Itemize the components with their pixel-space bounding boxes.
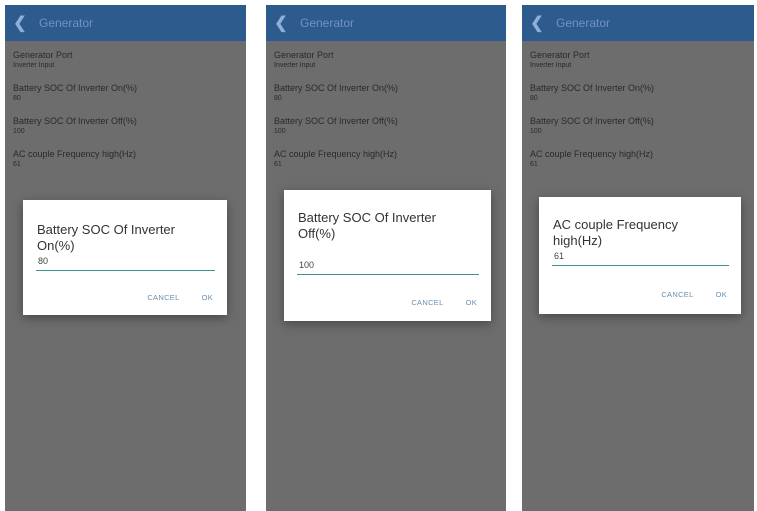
setting-value: 80 (274, 95, 282, 102)
setting-ac-couple-frequency-high[interactable]: AC couple Frequency high(Hz) 61 (530, 148, 746, 170)
dialog-input[interactable] (297, 256, 479, 275)
ok-button[interactable]: OK (202, 293, 213, 302)
setting-ac-couple-frequency-high[interactable]: AC couple Frequency high(Hz) 61 (274, 148, 498, 170)
setting-generator-port[interactable]: Generator Port Inverter Input (274, 49, 498, 71)
setting-value: Inverter Input (530, 62, 572, 69)
dialog-actions: CANCEL OK (411, 298, 477, 307)
dialog-input[interactable] (36, 252, 215, 271)
settings-list: Generator Port Inverter Input Battery SO… (274, 49, 498, 181)
app-bar: ❮ Generator (5, 5, 246, 41)
chevron-left-icon: ❮ (274, 15, 288, 32)
dialog-title: Battery SOC Of Inverter On(%) (37, 222, 175, 253)
setting-value: 80 (13, 95, 21, 102)
setting-value: 100 (530, 128, 542, 135)
setting-value: 61 (13, 161, 21, 168)
setting-value: 61 (274, 161, 282, 168)
settings-list: Generator Port Inverter Input Battery SO… (530, 49, 746, 181)
setting-label: AC couple Frequency high(Hz) (13, 149, 137, 159)
setting-label: Battery SOC Of Inverter Off(%) (13, 116, 137, 126)
setting-generator-port[interactable]: Generator Port Inverter Input (13, 49, 238, 71)
dialog-title: AC couple Frequency high(Hz) (553, 217, 679, 248)
setting-label: Battery SOC Of Inverter On(%) (530, 83, 655, 93)
setting-soc-inverter-off[interactable]: Battery SOC Of Inverter Off(%) 100 (274, 115, 498, 137)
input-dialog: Battery SOC Of Inverter Off(%) CANCEL OK (284, 190, 491, 321)
ok-button[interactable]: OK (466, 298, 477, 307)
back-button[interactable]: ❮ (522, 5, 552, 41)
cancel-button[interactable]: CANCEL (147, 293, 179, 302)
setting-label: AC couple Frequency high(Hz) (274, 149, 398, 159)
page-title: Generator (39, 16, 94, 30)
setting-soc-inverter-on[interactable]: Battery SOC Of Inverter On(%) 80 (530, 82, 746, 104)
dialog-input[interactable] (552, 247, 729, 266)
phone-screen-3: ❮ Generator Generator Port Inverter Inpu… (522, 5, 754, 511)
app-bar: ❮ Generator (266, 5, 506, 41)
setting-value: 100 (274, 128, 286, 135)
setting-label: Battery SOC Of Inverter Off(%) (530, 116, 654, 126)
setting-value: 61 (530, 161, 538, 168)
back-button[interactable]: ❮ (266, 5, 296, 41)
page-title: Generator (300, 16, 355, 30)
input-dialog: AC couple Frequency high(Hz) CANCEL OK (539, 197, 741, 314)
setting-value: Inverter Input (13, 62, 55, 69)
setting-label: Generator Port (13, 50, 73, 60)
setting-generator-port[interactable]: Generator Port Inverter Input (530, 49, 746, 71)
chevron-left-icon: ❮ (530, 15, 544, 32)
setting-soc-inverter-on[interactable]: Battery SOC Of Inverter On(%) 80 (274, 82, 498, 104)
setting-label: Generator Port (530, 50, 590, 60)
setting-label: AC couple Frequency high(Hz) (530, 149, 654, 159)
input-dialog: Battery SOC Of Inverter On(%) CANCEL OK (23, 200, 227, 315)
setting-value: Inverter Input (274, 62, 316, 69)
phone-screen-1: ❮ Generator Generator Port Inverter Inpu… (5, 5, 246, 511)
setting-label: Battery SOC Of Inverter Off(%) (274, 116, 398, 126)
setting-label: Battery SOC Of Inverter On(%) (274, 83, 399, 93)
setting-soc-inverter-on[interactable]: Battery SOC Of Inverter On(%) 80 (13, 82, 238, 104)
setting-label: Battery SOC Of Inverter On(%) (13, 83, 138, 93)
setting-soc-inverter-off[interactable]: Battery SOC Of Inverter Off(%) 100 (530, 115, 746, 137)
phone-screen-2: ❮ Generator Generator Port Inverter Inpu… (266, 5, 506, 511)
ok-button[interactable]: OK (716, 290, 727, 299)
dialog-actions: CANCEL OK (661, 290, 727, 299)
cancel-button[interactable]: CANCEL (661, 290, 693, 299)
page-title: Generator (556, 16, 611, 30)
cancel-button[interactable]: CANCEL (411, 298, 443, 307)
settings-list: Generator Port Inverter Input Battery SO… (13, 49, 238, 181)
dialog-actions: CANCEL OK (147, 293, 213, 302)
setting-value: 80 (530, 95, 538, 102)
back-button[interactable]: ❮ (5, 5, 35, 41)
setting-label: Generator Port (274, 50, 334, 60)
app-bar: ❮ Generator (522, 5, 754, 41)
dialog-title: Battery SOC Of Inverter Off(%) (298, 210, 436, 241)
setting-value: 100 (13, 128, 25, 135)
setting-soc-inverter-off[interactable]: Battery SOC Of Inverter Off(%) 100 (13, 115, 238, 137)
setting-ac-couple-frequency-high[interactable]: AC couple Frequency high(Hz) 61 (13, 148, 238, 170)
chevron-left-icon: ❮ (13, 15, 27, 32)
